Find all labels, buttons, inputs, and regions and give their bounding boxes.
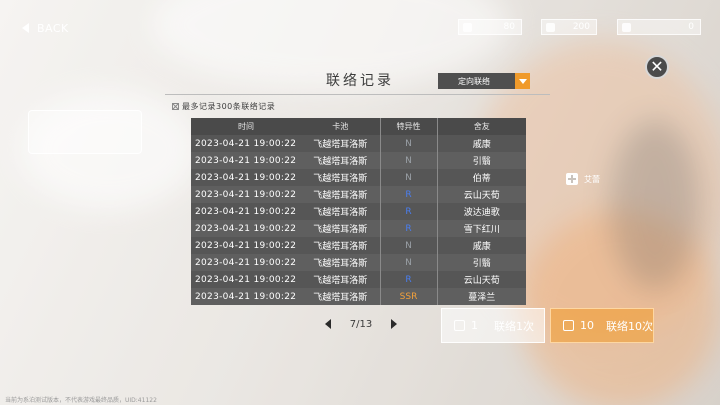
col-header-time: 时间	[191, 118, 301, 135]
cell-name: 波达迪歌	[437, 203, 526, 220]
cell-name: 戚康	[437, 237, 526, 254]
table-row: 2023-04-21 19:00:22 飞越塔耳洛斯 SSR 蔓泽兰	[191, 288, 526, 305]
side-tag-label: 艾蕾	[584, 174, 600, 184]
crystal-icon	[463, 23, 472, 32]
next-page-icon[interactable]	[391, 319, 397, 329]
side-tag: 艾蕾	[566, 170, 618, 188]
col-header-rarity: 特异性	[379, 118, 438, 135]
cell-pool: 飞越塔耳洛斯	[301, 152, 380, 169]
table-row: 2023-04-21 19:00:22 飞越塔耳洛斯 N 引翳	[191, 254, 526, 271]
footer-note: 当前为系泊测试版本，不代表游戏最终品质，UID:41122	[5, 397, 157, 404]
cell-rarity: R	[379, 186, 438, 203]
contact-once-button[interactable]: 1 联络1次	[441, 308, 545, 343]
cell-rarity: R	[379, 203, 438, 220]
cell-name: 云山天荀	[437, 186, 526, 203]
cell-pool: 飞越塔耳洛斯	[301, 271, 380, 288]
cell-time: 2023-04-21 19:00:22	[191, 169, 301, 186]
dialog-title: 联络记录	[326, 73, 394, 89]
cell-pool: 飞越塔耳洛斯	[301, 186, 380, 203]
table-row: 2023-04-21 19:00:22 飞越塔耳洛斯 N 引翳	[191, 152, 526, 169]
contact-once-count: 1	[471, 319, 478, 332]
col-header-pool: 卡池	[301, 118, 380, 135]
table-body: 2023-04-21 19:00:22 飞越塔耳洛斯 N 戚康 2023-04-21 1…	[191, 135, 526, 305]
ticket-icon	[454, 320, 465, 331]
cell-time: 2023-04-21 19:00:22	[191, 152, 301, 169]
cell-name: 引翳	[437, 254, 526, 271]
table-header: 时间 卡池 特异性 舍友	[191, 118, 526, 135]
ticket-icon	[546, 23, 555, 32]
cell-rarity: R	[379, 220, 438, 237]
table-row: 2023-04-21 19:00:22 飞越塔耳洛斯 N 戚康	[191, 237, 526, 254]
cell-pool: 飞越塔耳洛斯	[301, 203, 380, 220]
cell-rarity: N	[379, 237, 438, 254]
cell-name: 雪下红川	[437, 220, 526, 237]
title-divider	[165, 94, 550, 95]
cell-pool: 飞越塔耳洛斯	[301, 288, 380, 305]
table-row: 2023-04-21 19:00:22 飞越塔耳洛斯 N 戚康	[191, 135, 526, 152]
cell-time: 2023-04-21 19:00:22	[191, 254, 301, 271]
resource-value: 0	[688, 22, 694, 32]
contact-ten-count: 10	[580, 319, 594, 332]
plus-icon	[566, 173, 578, 185]
table-row: 2023-04-21 19:00:22 飞越塔耳洛斯 R 波达迪歌	[191, 203, 526, 220]
cell-name: 伯蒂	[437, 169, 526, 186]
cell-pool: 飞越塔耳洛斯	[301, 220, 380, 237]
cell-rarity: R	[379, 271, 438, 288]
cell-time: 2023-04-21 19:00:22	[191, 288, 301, 305]
resource-crystal[interactable]: 80	[458, 19, 522, 35]
dropdown-value: 定向联络	[458, 76, 490, 86]
back-arrow-icon	[22, 23, 29, 33]
cell-pool: 飞越塔耳洛斯	[301, 169, 380, 186]
cross-icon	[172, 103, 179, 110]
contact-ten-label: 联络10次	[606, 319, 653, 333]
table-row: 2023-04-21 19:00:22 飞越塔耳洛斯 R 云山天荀	[191, 186, 526, 203]
record-limit-note: 最多记录300条联络记录	[172, 101, 275, 112]
cell-time: 2023-04-21 19:00:22	[191, 271, 301, 288]
record-table: 时间 卡池 特异性 舍友 2023-04-21 19:00:22 飞越塔耳洛斯 N 戚…	[191, 118, 526, 305]
contact-ten-button[interactable]: 10 联络10次	[550, 308, 654, 343]
resource-coin[interactable]: 0	[617, 19, 701, 35]
resource-ticket[interactable]: 200	[541, 19, 597, 35]
table-row: 2023-04-21 19:00:22 飞越塔耳洛斯 R 云山天荀	[191, 271, 526, 288]
cell-rarity: N	[379, 254, 438, 271]
table-row: 2023-04-21 19:00:22 飞越塔耳洛斯 R 雪下红川	[191, 220, 526, 237]
cell-name: 引翳	[437, 152, 526, 169]
close-icon[interactable]: ✕	[645, 55, 669, 79]
coin-icon	[622, 23, 631, 32]
pager: 7/13	[325, 317, 397, 331]
resource-value: 200	[572, 22, 590, 32]
page-indicator: 7/13	[349, 318, 373, 330]
top-bar: BACK 80 200 0	[0, 0, 720, 38]
cell-time: 2023-04-21 19:00:22	[191, 135, 301, 152]
cell-name: 云山天荀	[437, 271, 526, 288]
cell-time: 2023-04-21 19:00:22	[191, 186, 301, 203]
cell-name: 戚康	[437, 135, 526, 152]
cell-pool: 飞越塔耳洛斯	[301, 254, 380, 271]
table-row: 2023-04-21 19:00:22 飞越塔耳洛斯 N 伯蒂	[191, 169, 526, 186]
ticket-icon	[563, 320, 574, 331]
cell-pool: 飞越塔耳洛斯	[301, 135, 380, 152]
cell-time: 2023-04-21 19:00:22	[191, 220, 301, 237]
cell-pool: 飞越塔耳洛斯	[301, 237, 380, 254]
cell-rarity: N	[379, 135, 438, 152]
record-limit-text: 最多记录300条联络记录	[182, 102, 276, 111]
chevron-down-icon	[515, 73, 530, 89]
cell-time: 2023-04-21 19:00:22	[191, 203, 301, 220]
cell-rarity: SSR	[379, 288, 438, 305]
resource-value: 80	[503, 22, 515, 32]
cell-rarity: N	[379, 152, 438, 169]
back-button[interactable]: BACK	[0, 18, 84, 38]
col-header-name: 舍友	[437, 118, 526, 135]
contact-once-label: 联络1次	[494, 319, 534, 333]
cell-rarity: N	[379, 169, 438, 186]
back-label: BACK	[37, 21, 69, 35]
pool-type-dropdown[interactable]: 定向联络	[438, 73, 530, 89]
cell-name: 蔓泽兰	[437, 288, 526, 305]
cell-time: 2023-04-21 19:00:22	[191, 237, 301, 254]
banner-card	[28, 110, 142, 154]
prev-page-icon[interactable]	[325, 319, 331, 329]
